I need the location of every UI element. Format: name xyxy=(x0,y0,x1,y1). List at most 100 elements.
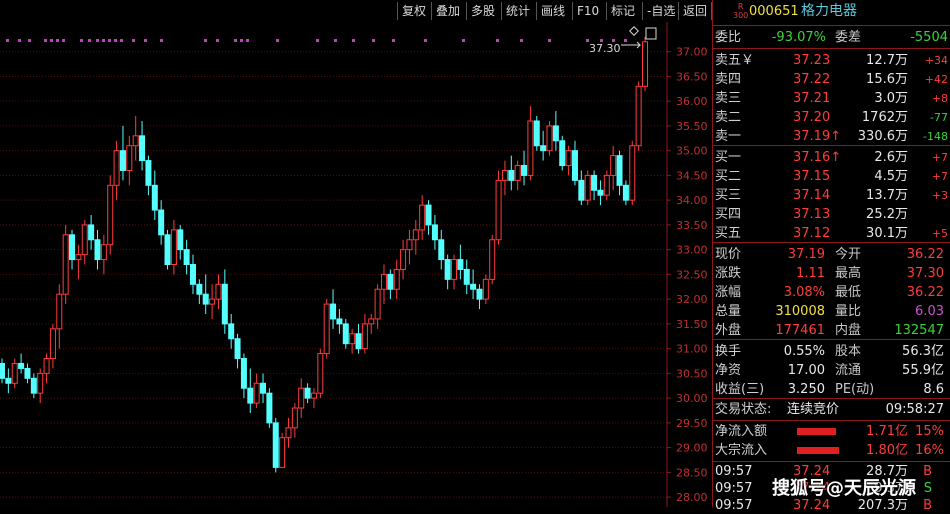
sell-price: 37.20 xyxy=(793,110,831,125)
toolbar-draw-line-button[interactable]: 画线 xyxy=(536,2,569,20)
candlestick-chart[interactable]: 37.00 36.50 36.00 35.50 35.00 34.50 34.00 33.50… xyxy=(0,22,712,507)
buy-price: 37.15 xyxy=(793,169,831,184)
sell-volume: 330.6万 xyxy=(857,129,908,144)
fund-label: 收益(三) xyxy=(715,382,765,397)
y-tick-label: 32.50 xyxy=(676,268,708,281)
chart-grid xyxy=(0,51,667,498)
candle-body xyxy=(209,298,216,305)
buy-level-label: 买三 xyxy=(715,188,742,203)
toolbar-back-button[interactable]: 返回 xyxy=(678,2,712,20)
quote-label: 外盘 xyxy=(715,323,742,338)
toolbar-statistics-button[interactable]: 统计 xyxy=(501,2,534,20)
candle-body xyxy=(183,249,190,265)
candle-body xyxy=(260,382,267,394)
marker-dot xyxy=(392,39,395,42)
candle-body xyxy=(501,169,508,181)
y-tick-label: 33.50 xyxy=(676,219,708,232)
buy-change: +7 xyxy=(931,151,948,164)
candle-body xyxy=(431,224,438,241)
toolbar-multi-stock-button[interactable]: 多股 xyxy=(466,2,499,20)
sell-row[interactable]: 卖三 37.21 3.0万 +8 xyxy=(715,89,948,108)
sell-row[interactable]: 卖四 37.22 15.6万 +42 xyxy=(715,70,948,89)
candle-body xyxy=(349,333,356,345)
flow-label: 净流入额 xyxy=(715,424,768,439)
candle-body xyxy=(310,392,317,399)
sell-level-label: 卖一 xyxy=(715,129,742,144)
candle-body xyxy=(597,189,604,196)
buy-row[interactable]: 买一 37.16↑ 2.6万 +7 xyxy=(715,148,948,167)
candle-body xyxy=(361,323,368,350)
quote-value: 37.19 xyxy=(787,247,825,262)
candle-body xyxy=(559,140,566,167)
sell-level-label: 卖三 xyxy=(715,91,742,106)
marker-dot xyxy=(132,39,135,42)
weicha-value: -5504 xyxy=(910,30,948,45)
candle-body xyxy=(463,268,470,285)
quote-label-2: 量比 xyxy=(835,304,862,319)
quote-value-2: 6.03 xyxy=(915,304,944,319)
candle-body xyxy=(591,174,598,191)
buy-row[interactable]: 买三 37.14 13.7万 +3 xyxy=(715,186,948,205)
sell-row[interactable]: 卖五￥ 37.23 12.7万 +34 xyxy=(715,51,948,70)
y-tick-label: 31.50 xyxy=(676,318,708,331)
marker-dot xyxy=(56,39,59,42)
fund-row: 收益(三) 3.250 PE(动) 8.6 xyxy=(715,380,948,399)
quote-label: 涨跌 xyxy=(715,266,742,281)
buy-change: +7 xyxy=(931,170,948,183)
candle-body xyxy=(177,229,184,251)
marker-dot xyxy=(44,39,47,42)
candle-body xyxy=(151,184,158,211)
quote-label-2: 最低 xyxy=(835,285,862,300)
marker-dot xyxy=(114,39,117,42)
candle-body xyxy=(495,179,502,241)
y-tick-label: 28.50 xyxy=(676,466,708,479)
diamond-marker-icon xyxy=(629,26,639,36)
candle-body xyxy=(571,150,578,181)
marker-dot xyxy=(424,39,427,42)
buy-row[interactable]: 买四 37.13 25.2万 xyxy=(715,205,948,224)
fund-value-2: 8.6 xyxy=(923,382,944,397)
candle-body xyxy=(642,41,648,87)
marker-dot xyxy=(80,39,83,42)
candle-body xyxy=(514,165,521,181)
quote-label-2: 内盘 xyxy=(835,323,862,338)
buy-volume: 30.1万 xyxy=(866,226,908,241)
flow-amount: 1.71亿 xyxy=(866,424,908,439)
badge-bottom: 300 xyxy=(733,11,749,20)
buy-volume: 25.2万 xyxy=(866,207,908,222)
candle-body xyxy=(406,239,413,251)
candle-body xyxy=(476,288,483,300)
sell-row[interactable]: 卖二 37.20 1762万 -77 xyxy=(715,108,948,127)
candle-body xyxy=(546,125,553,152)
marker-dot xyxy=(62,39,65,42)
candle-body xyxy=(126,145,133,171)
sell-price: 37.23 xyxy=(793,53,831,68)
candle-body xyxy=(342,323,349,345)
buy-row[interactable]: 买五 37.12 30.1万 +5 xyxy=(715,224,948,243)
buy-row[interactable]: 买二 37.15 4.5万 +7 xyxy=(715,167,948,186)
flow-bar xyxy=(797,447,839,454)
chart-toolbar: 复权 叠加 多股 统计 画线 F10 标记 -自选 返回 xyxy=(0,0,712,22)
trade-status-time: 09:58:27 xyxy=(885,402,944,417)
toolbar-restore-rights-button[interactable]: 复权 xyxy=(397,2,430,20)
candle-body xyxy=(196,283,203,295)
toolbar-watchlist-button[interactable]: -自选 xyxy=(642,2,679,20)
tick-time: 09:57 xyxy=(715,481,753,496)
toolbar-mark-button[interactable]: 标记 xyxy=(606,2,639,20)
candle-body xyxy=(107,184,114,246)
sell-volume: 3.0万 xyxy=(874,91,908,106)
fund-value: 0.55% xyxy=(783,344,825,359)
fund-label-2: 流通 xyxy=(835,363,862,378)
toolbar-overlay-button[interactable]: 叠加 xyxy=(431,2,464,20)
candle-body xyxy=(285,427,292,439)
buy-price: 37.16↑ xyxy=(793,150,842,165)
sell-row[interactable]: 卖一 37.19↑ 330.6万 -148 xyxy=(715,127,948,146)
candle-body xyxy=(37,372,44,394)
candle-body xyxy=(291,407,298,429)
candle-body xyxy=(88,224,95,241)
candle-body xyxy=(94,239,101,261)
toolbar-f10-button[interactable]: F10 xyxy=(572,2,603,20)
candle-body xyxy=(419,204,426,231)
flow-percent: 15% xyxy=(915,424,944,439)
candle-body xyxy=(75,254,82,261)
